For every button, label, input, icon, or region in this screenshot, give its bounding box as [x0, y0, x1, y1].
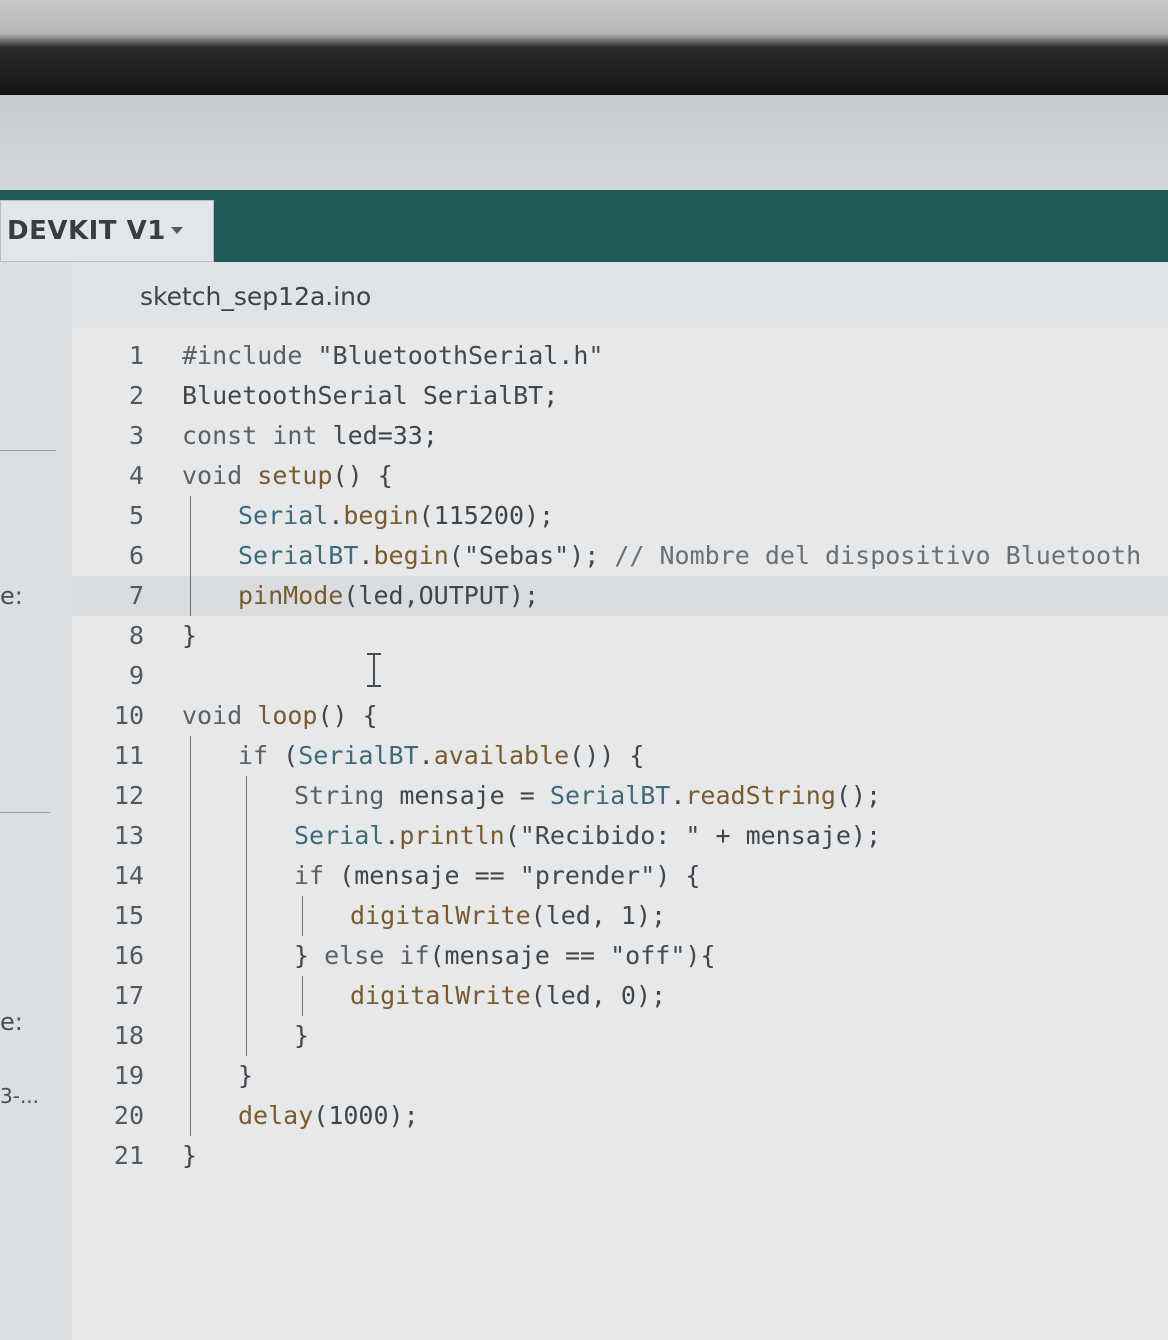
code-line[interactable]: 19}	[72, 1056, 1168, 1096]
code-line[interactable]: 13 Serial.println("Recibido: " + mensaje)…	[72, 816, 1168, 856]
monitor-bezel	[0, 0, 1168, 95]
code-text: digitalWrite(led, 1);	[350, 901, 667, 930]
indent-guide	[246, 976, 247, 1016]
indent-guide	[190, 576, 191, 616]
code-text: digitalWrite(led, 0);	[350, 981, 667, 1010]
line-number: 16	[113, 941, 144, 970]
line-number: 11	[113, 741, 144, 770]
code-line[interactable]: 17 digitalWrite(led, 0);	[72, 976, 1168, 1016]
code-line[interactable]: 10 void loop() {	[72, 696, 1168, 736]
indent-guide	[190, 1096, 191, 1136]
line-number: 21	[113, 1141, 144, 1170]
divider	[0, 450, 56, 451]
code-line[interactable]: 11 if (SerialBT.available()) {	[72, 736, 1168, 776]
side-panel: e: e: 3-...	[0, 262, 73, 1340]
code-line[interactable]: 21}	[72, 1136, 1168, 1176]
code-text: BluetoothSerial SerialBT;	[182, 381, 559, 410]
code-editor[interactable]: 1 #include "BluetoothSerial.h" 2 BluetoothS…	[72, 328, 1168, 1340]
code-text: const int led=33;	[182, 421, 438, 450]
line-number: 6	[128, 541, 144, 570]
line-number: 10	[113, 701, 144, 730]
board-selector[interactable]: DEVKIT V1	[0, 200, 214, 262]
line-number: 7	[128, 581, 144, 610]
code-text: if (SerialBT.available()) {	[238, 741, 645, 770]
side-panel-label: 3-...	[0, 1084, 40, 1108]
code-line[interactable]: 4 void setup() {	[72, 456, 1168, 496]
indent-guide	[302, 976, 303, 1016]
code-text: }	[182, 1141, 198, 1170]
indent-guide	[246, 1016, 247, 1056]
code-line[interactable]: 15 digitalWrite(led, 1);	[72, 896, 1168, 936]
code-line[interactable]: 6 SerialBT.begin("Sebas"); // Nombre del …	[72, 536, 1168, 576]
line-number: 4	[128, 461, 144, 490]
code-text: if (mensaje == "prender") {	[294, 861, 701, 890]
line-number: 1	[128, 341, 144, 370]
code-line[interactable]: 18}	[72, 1016, 1168, 1056]
side-panel-label: e:	[0, 582, 23, 610]
code-line[interactable]: 3 const int led=33;	[72, 416, 1168, 456]
code-line[interactable]: 2 BluetoothSerial SerialBT;	[72, 376, 1168, 416]
code-line[interactable]: 8}	[72, 616, 1168, 656]
code-text: SerialBT.begin("Sebas"); // Nombre del d…	[238, 541, 1142, 570]
code-line[interactable]: 20 delay(1000);	[72, 1096, 1168, 1136]
indent-guide	[190, 736, 191, 776]
indent-guide	[190, 536, 191, 576]
code-line[interactable]: 9	[72, 656, 1168, 696]
code-text: Serial.begin(115200);	[238, 501, 555, 530]
line-number: 3	[128, 421, 144, 450]
indent-guide	[190, 496, 191, 536]
indent-guide	[190, 896, 191, 936]
code-text: delay(1000);	[238, 1101, 419, 1130]
indent-guide	[302, 896, 303, 936]
menu-bar	[0, 95, 1168, 190]
line-number: 9	[128, 661, 144, 690]
line-number: 20	[113, 1101, 144, 1130]
line-number: 18	[113, 1021, 144, 1050]
code-line[interactable]: 1 #include "BluetoothSerial.h"	[72, 336, 1168, 376]
code-line[interactable]: 12 String mensaje = SerialBT.readString()…	[72, 776, 1168, 816]
indent-guide	[246, 896, 247, 936]
line-number: 5	[128, 501, 144, 530]
indent-guide	[190, 936, 191, 976]
line-number: 15	[113, 901, 144, 930]
line-number: 13	[113, 821, 144, 850]
file-tab-bar: sketch_sep12a.ino	[72, 262, 1168, 328]
code-text: void loop() {	[182, 701, 378, 730]
code-line[interactable]: 5 Serial.begin(115200);	[72, 496, 1168, 536]
code-text: }	[294, 1021, 310, 1050]
line-number: 8	[128, 621, 144, 650]
line-number: 19	[113, 1061, 144, 1090]
indent-guide	[190, 856, 191, 896]
code-text: #include "BluetoothSerial.h"	[182, 341, 604, 370]
indent-guide	[190, 776, 191, 816]
code-text: void setup() {	[182, 461, 393, 490]
indent-guide	[246, 856, 247, 896]
chevron-down-icon[interactable]	[171, 227, 183, 234]
indent-guide	[190, 1016, 191, 1056]
divider	[0, 812, 50, 813]
code-line[interactable]: 16 } else if(mensaje == "off"){	[72, 936, 1168, 976]
board-selector-label: DEVKIT V1	[7, 216, 166, 246]
indent-guide	[190, 976, 191, 1016]
line-number: 17	[113, 981, 144, 1010]
indent-guide	[246, 816, 247, 856]
indent-guide	[190, 816, 191, 856]
indent-guide	[246, 776, 247, 816]
line-number: 2	[128, 381, 144, 410]
code-text: Serial.println("Recibido: " + mensaje);	[294, 821, 882, 850]
code-text: }	[182, 621, 198, 650]
code-text: } else if(mensaje == "off"){	[294, 941, 716, 970]
line-number: 14	[113, 861, 144, 890]
file-tab[interactable]: sketch_sep12a.ino	[140, 282, 371, 311]
code-line[interactable]: 14 if (mensaje == "prender") {	[72, 856, 1168, 896]
side-panel-label: e:	[0, 1008, 23, 1036]
indent-guide	[246, 936, 247, 976]
code-text: String mensaje = SerialBT.readString();	[294, 781, 882, 810]
code-text: pinMode(led,OUTPUT);	[238, 581, 540, 610]
indent-guide	[190, 1056, 191, 1096]
code-text: }	[238, 1061, 254, 1090]
code-line[interactable]: 7 pinMode(led,OUTPUT);	[72, 576, 1168, 616]
line-number: 12	[113, 781, 144, 810]
